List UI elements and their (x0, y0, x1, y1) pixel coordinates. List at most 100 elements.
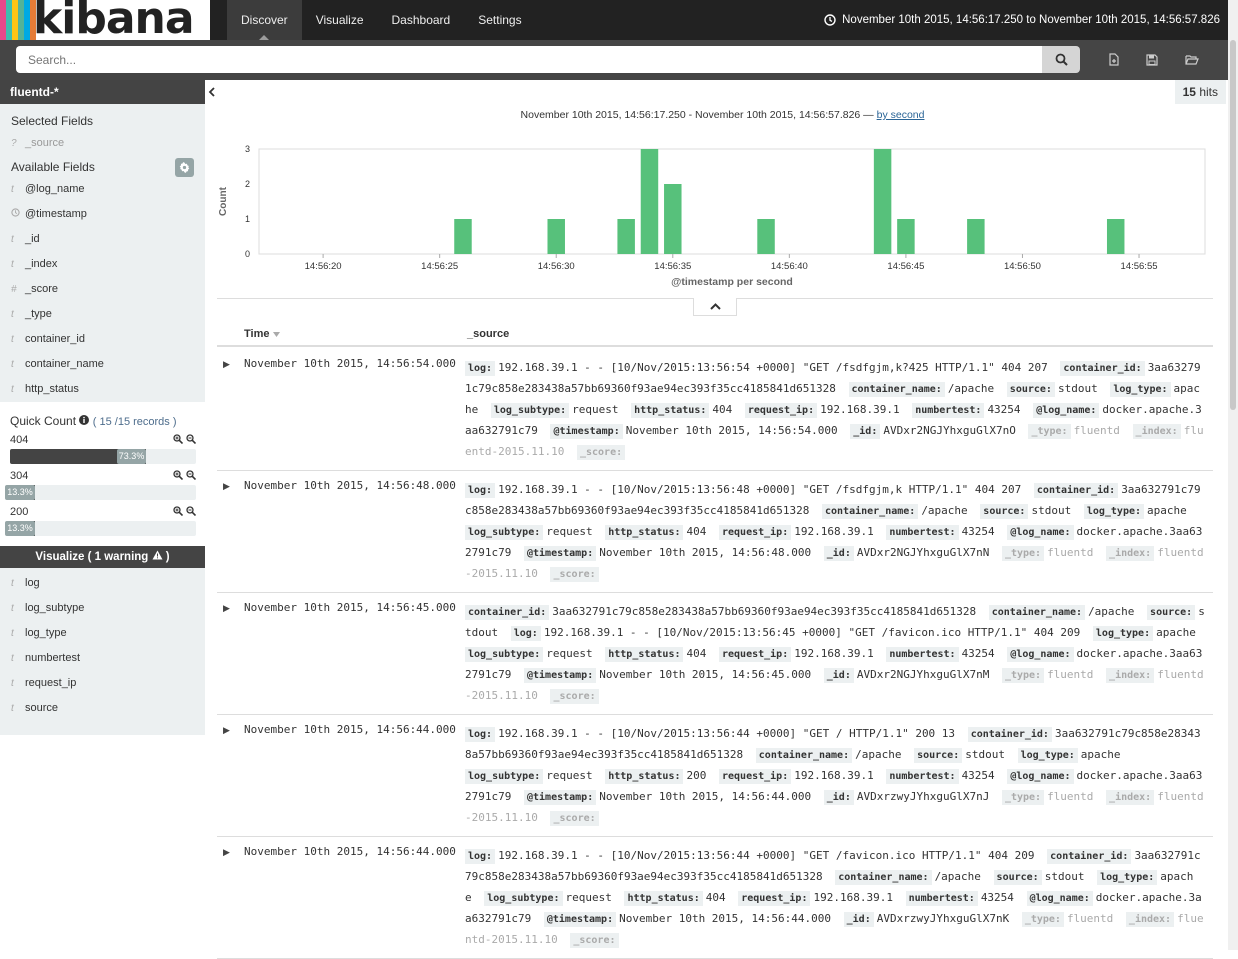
tab-dashboard[interactable]: Dashboard (378, 0, 465, 40)
logo-bars (0, 0, 36, 40)
expand-row-icon[interactable]: ▶ (223, 725, 230, 736)
field-id[interactable]: t _id (0, 227, 205, 252)
field-timestamp[interactable]: @timestamp (0, 202, 205, 227)
source-field-key: @log_name: (1007, 525, 1074, 540)
source-field-key: log: (465, 483, 496, 498)
source-field-key: log_subtype: (484, 891, 563, 906)
y-tick-label: 3 (245, 144, 250, 154)
source-field-value: fluentd (1073, 424, 1120, 437)
time-column-header[interactable]: Time (244, 328, 280, 340)
y-tick-label: 0 (245, 249, 250, 259)
field-logsubtype[interactable]: t log_subtype (0, 596, 205, 621)
open-search-button[interactable] (1178, 46, 1206, 73)
filter-buttons (173, 433, 197, 447)
field-containername[interactable]: t container_name (0, 352, 205, 377)
field-score[interactable]: # _score (0, 277, 205, 302)
field-source[interactable]: t source (0, 696, 205, 721)
tab-visualize[interactable]: Visualize (302, 0, 378, 40)
zoom-in-icon[interactable] (173, 433, 184, 447)
string-type-icon: t (11, 359, 14, 370)
field-containerid[interactable]: t container_id (0, 327, 205, 352)
field-name: request_ip (25, 677, 77, 689)
expand-row-icon[interactable]: ▶ (223, 603, 230, 614)
scrollbar-thumb[interactable] (1230, 40, 1236, 410)
field-index[interactable]: t _index (0, 252, 205, 277)
field-settings-button[interactable] (175, 158, 194, 177)
histogram-bar[interactable] (1106, 219, 1125, 254)
histogram-bar[interactable] (967, 219, 985, 254)
chart-plot-area (258, 148, 1206, 255)
tab-discover[interactable]: Discover (227, 0, 302, 40)
source-field-key: log: (465, 361, 496, 376)
source-field-value: 43254 (961, 647, 995, 660)
time-picker[interactable]: November 10th 2015, 14:56:17.250 to Nove… (824, 0, 1220, 40)
search-button[interactable] (1042, 46, 1080, 73)
table-row[interactable]: ▶ November 10th 2015, 14:56:45.000 contain… (217, 593, 1213, 715)
row-source: log: 192.168.39.1 - - [10/Nov/2015:13:56:… (465, 357, 1205, 463)
source-field-value: 43254 (961, 769, 995, 782)
histogram-bar[interactable] (547, 219, 565, 254)
field-source[interactable]: ? _source (0, 131, 205, 156)
table-row[interactable]: ▶ November 10th 2015, 14:56:44.000 log: 192… (217, 837, 1213, 959)
toggle-chart-button[interactable] (693, 298, 737, 316)
expand-row-icon[interactable]: ▶ (223, 481, 230, 492)
histogram-bar[interactable] (873, 149, 892, 254)
string-type-icon: t (11, 334, 14, 345)
zoom-in-icon[interactable] (173, 469, 184, 483)
source-field-key: _type: (1021, 912, 1064, 927)
histogram-bar[interactable] (640, 149, 659, 254)
field-logname[interactable]: t @log_name (0, 177, 205, 202)
zoom-out-icon[interactable] (186, 505, 197, 519)
source-field-key: _id: (823, 668, 854, 683)
zoom-out-icon[interactable] (186, 433, 197, 447)
zoom-out-icon[interactable] (186, 469, 197, 483)
string-type-icon: t (11, 678, 14, 689)
page-scrollbar[interactable] (1228, 0, 1238, 950)
kibana-logo[interactable]: kibana (0, 0, 210, 40)
interval-link[interactable]: by second (877, 109, 925, 121)
field-logtype[interactable]: t log_type (0, 621, 205, 646)
search-input[interactable] (16, 46, 1042, 73)
field-requestip[interactable]: t request_ip (0, 671, 205, 696)
field-type[interactable]: t _type (0, 302, 205, 327)
zoom-in-icon[interactable] (173, 505, 184, 519)
histogram-bar[interactable] (897, 219, 915, 254)
source-field-key: _score: (576, 445, 626, 460)
source-field-value: 192.168.39.1 (813, 891, 893, 904)
expand-row-icon[interactable]: ▶ (223, 359, 230, 370)
source-field-value: fluentd (1047, 668, 1094, 681)
x-tick-label: 14:56:45 (887, 261, 924, 272)
histogram-bar[interactable] (664, 184, 682, 254)
tab-settings[interactable]: Settings (464, 0, 535, 40)
histogram-bar[interactable] (757, 219, 775, 254)
new-search-button[interactable] (1100, 46, 1128, 73)
source-field-value: 192.168.39.1 - - [10/Nov/2015:13:56:48 +… (498, 483, 1022, 496)
top-nav: kibana Discover Visualize Dashboard Setting… (0, 0, 1228, 40)
source-column-header[interactable]: _source (467, 328, 509, 340)
source-field-value: 200 (686, 769, 707, 782)
info-icon[interactable] (79, 415, 90, 425)
field-numbertest[interactable]: t numbertest (0, 646, 205, 671)
table-row[interactable]: ▶ November 10th 2015, 14:56:48.000 log: 192… (217, 471, 1213, 593)
histogram-bar[interactable] (617, 219, 635, 254)
collapse-sidebar-button[interactable] (205, 80, 217, 104)
table-row[interactable]: ▶ November 10th 2015, 14:56:44.000 log: 192… (217, 715, 1213, 837)
histogram-chart[interactable]: 0 1 2 3 14:56:20 14:56:25 14:56:30 14:56:35 14:5… (217, 135, 1217, 295)
source-field-value: November 10th 2015, 14:56:44.000 (599, 790, 812, 803)
row-source: container_id: 3aa632791c79c858e283438a57b… (465, 601, 1205, 707)
field-httpstatus[interactable]: t http_status (0, 377, 205, 402)
source-field-key: http_status: (605, 647, 684, 662)
save-search-button[interactable] (1138, 46, 1166, 73)
table-row[interactable]: ▶ November 10th 2015, 14:56:54.000 log: 192… (217, 349, 1213, 471)
chart-time-range: November 10th 2015, 14:56:17.250 - Novem… (217, 109, 1228, 121)
expand-row-icon[interactable]: ▶ (223, 847, 230, 858)
available-fields-header: Available Fields (0, 158, 205, 177)
field-log[interactable]: t log (0, 571, 205, 596)
visualize-button[interactable]: Visualize ( 1 warning ) (0, 546, 205, 568)
selected-fields-title: Selected Fields (11, 114, 94, 128)
histogram-bar[interactable] (454, 219, 472, 254)
source-field-value: AVDxr2NGJYhxguGlX7nN (856, 546, 990, 559)
index-pattern-selector[interactable]: fluentd-* (0, 80, 205, 104)
string-type-icon: t (11, 703, 14, 714)
chevron-left-icon (208, 87, 215, 97)
